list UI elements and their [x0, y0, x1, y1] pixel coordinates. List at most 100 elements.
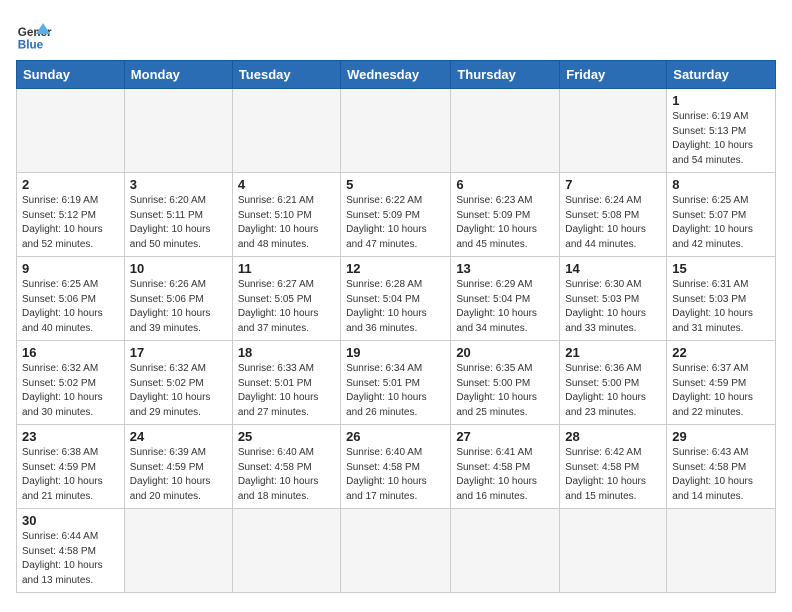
calendar-cell: 30 Sunrise: 6:44 AM Sunset: 4:58 PM Dayli… [17, 509, 125, 593]
day-info: Sunrise: 6:24 AM Sunset: 5:08 PM Dayligh… [565, 194, 661, 252]
day-number: 29 [672, 429, 770, 444]
day-info: Sunrise: 6:32 AM Sunset: 5:02 PM Dayligh… [130, 362, 227, 420]
day-info: Sunrise: 6:31 AM Sunset: 5:03 PM Dayligh… [672, 278, 770, 336]
calendar-week-row: 2 Sunrise: 6:19 AM Sunset: 5:12 PM Daylig… [17, 173, 776, 257]
day-number: 19 [346, 345, 445, 360]
day-info: Sunrise: 6:42 AM Sunset: 4:58 PM Dayligh… [565, 446, 661, 504]
calendar-header-friday: Friday [560, 61, 667, 89]
calendar-cell: 6 Sunrise: 6:23 AM Sunset: 5:09 PM Daylig… [451, 173, 560, 257]
day-info: Sunrise: 6:38 AM Sunset: 4:59 PM Dayligh… [22, 446, 119, 504]
calendar-cell [451, 89, 560, 173]
day-info: Sunrise: 6:40 AM Sunset: 4:58 PM Dayligh… [238, 446, 335, 504]
calendar-cell: 7 Sunrise: 6:24 AM Sunset: 5:08 PM Daylig… [560, 173, 667, 257]
day-number: 28 [565, 429, 661, 444]
calendar-week-row: 23 Sunrise: 6:38 AM Sunset: 4:59 PM Dayli… [17, 425, 776, 509]
calendar-cell [667, 509, 776, 593]
calendar-cell: 12 Sunrise: 6:28 AM Sunset: 5:04 PM Dayli… [341, 257, 451, 341]
day-number: 26 [346, 429, 445, 444]
calendar-cell [124, 89, 232, 173]
day-number: 30 [22, 513, 119, 528]
calendar-cell: 11 Sunrise: 6:27 AM Sunset: 5:05 PM Dayli… [232, 257, 340, 341]
day-info: Sunrise: 6:26 AM Sunset: 5:06 PM Dayligh… [130, 278, 227, 336]
calendar-week-row: 1 Sunrise: 6:19 AM Sunset: 5:13 PM Daylig… [17, 89, 776, 173]
calendar-cell: 26 Sunrise: 6:40 AM Sunset: 4:58 PM Dayli… [341, 425, 451, 509]
day-info: Sunrise: 6:19 AM Sunset: 5:12 PM Dayligh… [22, 194, 119, 252]
day-number: 24 [130, 429, 227, 444]
day-number: 6 [456, 177, 554, 192]
calendar-header-saturday: Saturday [667, 61, 776, 89]
day-info: Sunrise: 6:21 AM Sunset: 5:10 PM Dayligh… [238, 194, 335, 252]
day-info: Sunrise: 6:34 AM Sunset: 5:01 PM Dayligh… [346, 362, 445, 420]
page-header: General Blue [16, 16, 776, 52]
day-number: 25 [238, 429, 335, 444]
calendar-cell: 20 Sunrise: 6:35 AM Sunset: 5:00 PM Dayli… [451, 341, 560, 425]
day-number: 10 [130, 261, 227, 276]
day-number: 18 [238, 345, 335, 360]
day-info: Sunrise: 6:19 AM Sunset: 5:13 PM Dayligh… [672, 110, 770, 168]
day-info: Sunrise: 6:20 AM Sunset: 5:11 PM Dayligh… [130, 194, 227, 252]
day-info: Sunrise: 6:35 AM Sunset: 5:00 PM Dayligh… [456, 362, 554, 420]
day-number: 13 [456, 261, 554, 276]
calendar-table: SundayMondayTuesdayWednesdayThursdayFrid… [16, 60, 776, 593]
calendar-cell [341, 89, 451, 173]
day-number: 16 [22, 345, 119, 360]
day-info: Sunrise: 6:23 AM Sunset: 5:09 PM Dayligh… [456, 194, 554, 252]
calendar-header-wednesday: Wednesday [341, 61, 451, 89]
day-number: 17 [130, 345, 227, 360]
day-info: Sunrise: 6:25 AM Sunset: 5:07 PM Dayligh… [672, 194, 770, 252]
calendar-cell [232, 509, 340, 593]
calendar-week-row: 9 Sunrise: 6:25 AM Sunset: 5:06 PM Daylig… [17, 257, 776, 341]
day-info: Sunrise: 6:37 AM Sunset: 4:59 PM Dayligh… [672, 362, 770, 420]
logo: General Blue [16, 16, 52, 52]
day-info: Sunrise: 6:43 AM Sunset: 4:58 PM Dayligh… [672, 446, 770, 504]
calendar-cell: 24 Sunrise: 6:39 AM Sunset: 4:59 PM Dayli… [124, 425, 232, 509]
day-number: 1 [672, 93, 770, 108]
calendar-cell: 15Sunrise: 6:31 AM Sunset: 5:03 PM Dayli… [667, 257, 776, 341]
day-info: Sunrise: 6:27 AM Sunset: 5:05 PM Dayligh… [238, 278, 335, 336]
calendar-cell: 4Sunrise: 6:21 AM Sunset: 5:10 PM Daylig… [232, 173, 340, 257]
calendar-cell [560, 89, 667, 173]
calendar-header-sunday: Sunday [17, 61, 125, 89]
day-info: Sunrise: 6:29 AM Sunset: 5:04 PM Dayligh… [456, 278, 554, 336]
day-number: 11 [238, 261, 335, 276]
day-info: Sunrise: 6:39 AM Sunset: 4:59 PM Dayligh… [130, 446, 227, 504]
calendar-week-row: 16 Sunrise: 6:32 AM Sunset: 5:02 PM Dayli… [17, 341, 776, 425]
calendar-cell: 16 Sunrise: 6:32 AM Sunset: 5:02 PM Dayli… [17, 341, 125, 425]
calendar-cell: 17 Sunrise: 6:32 AM Sunset: 5:02 PM Dayli… [124, 341, 232, 425]
calendar-cell: 1 Sunrise: 6:19 AM Sunset: 5:13 PM Daylig… [667, 89, 776, 173]
day-number: 9 [22, 261, 119, 276]
svg-text:Blue: Blue [18, 38, 44, 51]
calendar-cell: 2 Sunrise: 6:19 AM Sunset: 5:12 PM Daylig… [17, 173, 125, 257]
day-number: 12 [346, 261, 445, 276]
day-info: Sunrise: 6:44 AM Sunset: 4:58 PM Dayligh… [22, 530, 119, 588]
day-number: 7 [565, 177, 661, 192]
day-number: 5 [346, 177, 445, 192]
calendar-cell: 5Sunrise: 6:22 AM Sunset: 5:09 PM Daylig… [341, 173, 451, 257]
day-number: 20 [456, 345, 554, 360]
day-info: Sunrise: 6:25 AM Sunset: 5:06 PM Dayligh… [22, 278, 119, 336]
day-number: 23 [22, 429, 119, 444]
calendar-cell [17, 89, 125, 173]
calendar-cell: 8Sunrise: 6:25 AM Sunset: 5:07 PM Daylig… [667, 173, 776, 257]
calendar-cell [451, 509, 560, 593]
calendar-cell: 25 Sunrise: 6:40 AM Sunset: 4:58 PM Dayli… [232, 425, 340, 509]
day-info: Sunrise: 6:40 AM Sunset: 4:58 PM Dayligh… [346, 446, 445, 504]
calendar-cell: 14 Sunrise: 6:30 AM Sunset: 5:03 PM Dayli… [560, 257, 667, 341]
day-info: Sunrise: 6:33 AM Sunset: 5:01 PM Dayligh… [238, 362, 335, 420]
day-number: 3 [130, 177, 227, 192]
day-info: Sunrise: 6:28 AM Sunset: 5:04 PM Dayligh… [346, 278, 445, 336]
calendar-cell [341, 509, 451, 593]
calendar-cell: 22Sunrise: 6:37 AM Sunset: 4:59 PM Dayli… [667, 341, 776, 425]
day-info: Sunrise: 6:30 AM Sunset: 5:03 PM Dayligh… [565, 278, 661, 336]
calendar-cell: 10 Sunrise: 6:26 AM Sunset: 5:06 PM Dayli… [124, 257, 232, 341]
calendar-cell: 18 Sunrise: 6:33 AM Sunset: 5:01 PM Dayli… [232, 341, 340, 425]
day-number: 27 [456, 429, 554, 444]
day-number: 14 [565, 261, 661, 276]
calendar-header-thursday: Thursday [451, 61, 560, 89]
day-info: Sunrise: 6:32 AM Sunset: 5:02 PM Dayligh… [22, 362, 119, 420]
calendar-cell: 27Sunrise: 6:41 AM Sunset: 4:58 PM Dayli… [451, 425, 560, 509]
calendar-cell [124, 509, 232, 593]
calendar-cell: 13 Sunrise: 6:29 AM Sunset: 5:04 PM Dayli… [451, 257, 560, 341]
generalblue-logo-icon: General Blue [16, 16, 52, 52]
day-number: 2 [22, 177, 119, 192]
